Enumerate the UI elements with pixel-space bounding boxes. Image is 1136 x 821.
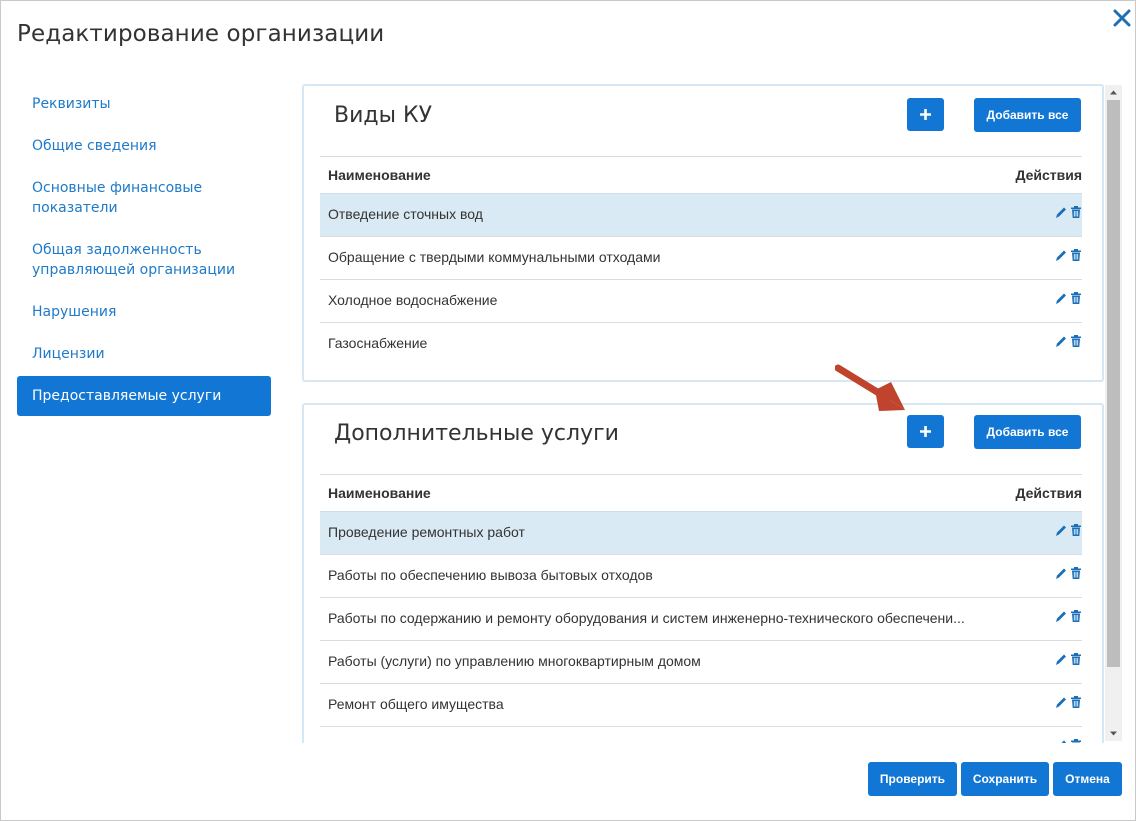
check-button[interactable]: Проверить [868, 762, 957, 796]
table-row[interactable]: Отведение сточных вод [320, 193, 1082, 236]
pencil-icon[interactable] [1055, 609, 1067, 623]
pencil-icon[interactable] [1055, 523, 1067, 537]
row-actions [1052, 205, 1082, 219]
panel-additional-services: Дополнительные услуги Добавить все Наиме… [302, 403, 1104, 743]
services-table: Наименование Действия Отведение сточных … [320, 156, 1082, 365]
row-name: Отведение сточных вод [328, 206, 483, 222]
column-name-header: Наименование [328, 485, 431, 501]
column-actions-header: Действия [1015, 485, 1082, 501]
table-header: Наименование Действия [320, 474, 1082, 511]
table-header: Наименование Действия [320, 156, 1082, 193]
pencil-icon[interactable] [1055, 205, 1067, 219]
plus-icon [920, 109, 931, 120]
table-row[interactable]: Газоснабжение [320, 322, 1082, 365]
add-button[interactable] [907, 98, 944, 131]
trash-icon[interactable] [1070, 334, 1082, 348]
trash-icon[interactable] [1070, 695, 1082, 709]
pencil-icon[interactable] [1055, 695, 1067, 709]
add-all-button[interactable]: Добавить все [974, 415, 1081, 449]
pencil-icon[interactable] [1055, 248, 1067, 262]
row-name: Ремонт общего имущества [328, 696, 504, 712]
save-button[interactable]: Сохранить [961, 762, 1049, 796]
row-name: Холодное водоснабжение [328, 292, 498, 308]
panel-utility-types: Виды КУ Добавить все Наименование Действ… [302, 84, 1104, 382]
table-row[interactable]: Работы (услуги) по управлению многокварт… [320, 640, 1082, 683]
row-actions [1052, 334, 1082, 348]
row-name: Работы (услуги) по управлению многокварт… [328, 653, 701, 669]
pencil-icon[interactable] [1055, 652, 1067, 666]
table-row[interactable]: Проведение ремонтных работ [320, 511, 1082, 554]
table-row[interactable] [320, 726, 1082, 743]
trash-icon[interactable] [1070, 523, 1082, 537]
row-actions [1052, 609, 1082, 623]
row-actions [1052, 566, 1082, 580]
row-name: Газоснабжение [328, 335, 428, 351]
table-row[interactable]: Ремонт общего имущества [320, 683, 1082, 726]
table-row[interactable]: Работы по обеспечению вывоза бытовых отх… [320, 554, 1082, 597]
pencil-icon[interactable] [1055, 738, 1067, 743]
table-row[interactable]: Работы по содержанию и ремонту оборудова… [320, 597, 1082, 640]
pencil-icon[interactable] [1055, 566, 1067, 580]
sidebar-item-services[interactable]: Предоставляемые услуги [17, 376, 271, 416]
sidebar-item-general-info[interactable]: Общие сведения [17, 136, 271, 156]
sidebar-item-violations[interactable]: Нарушения [17, 302, 271, 322]
trash-icon[interactable] [1070, 652, 1082, 666]
edit-organization-modal: Редактирование организации Реквизиты Общ… [0, 0, 1136, 821]
panel-title: Виды КУ [334, 103, 432, 128]
table-row[interactable]: Обращение с твердыми коммунальными отход… [320, 236, 1082, 279]
column-actions-header: Действия [1015, 167, 1082, 183]
trash-icon[interactable] [1070, 738, 1082, 743]
trash-icon[interactable] [1070, 566, 1082, 580]
row-actions [1052, 695, 1082, 709]
scrollbar-thumb[interactable] [1107, 100, 1120, 667]
row-actions [1052, 291, 1082, 305]
sidebar-item-financial[interactable]: Основные финансовые показатели [17, 178, 237, 218]
trash-icon[interactable] [1070, 248, 1082, 262]
pencil-icon[interactable] [1055, 334, 1067, 348]
content-area: Виды КУ Добавить все Наименование Действ… [300, 83, 1122, 743]
row-actions [1052, 523, 1082, 537]
pencil-icon[interactable] [1055, 291, 1067, 305]
row-name: Работы по обеспечению вывоза бытовых отх… [328, 567, 653, 583]
add-button[interactable] [907, 415, 944, 448]
row-actions [1052, 738, 1082, 743]
trash-icon[interactable] [1070, 291, 1082, 305]
sidebar-item-debt[interactable]: Общая задолженность управляющей организа… [17, 240, 271, 280]
annotation-arrow-icon [835, 364, 905, 411]
row-name: Работы по содержанию и ремонту оборудова… [328, 610, 965, 626]
row-name: Обращение с твердыми коммунальными отход… [328, 249, 661, 265]
plus-icon [920, 426, 931, 437]
row-actions [1052, 248, 1082, 262]
vertical-scrollbar[interactable] [1105, 85, 1122, 741]
services-table: Наименование Действия Проведение ремонтн… [320, 474, 1082, 743]
sidebar-item-licenses[interactable]: Лицензии [17, 344, 271, 364]
row-name: Проведение ремонтных работ [328, 524, 525, 540]
table-row[interactable]: Холодное водоснабжение [320, 279, 1082, 322]
sidebar-item-requisites[interactable]: Реквизиты [17, 94, 271, 114]
column-name-header: Наименование [328, 167, 431, 183]
scroll-up-arrow-icon[interactable] [1105, 85, 1122, 100]
trash-icon[interactable] [1070, 205, 1082, 219]
panel-title: Дополнительные услуги [334, 421, 619, 446]
cancel-button[interactable]: Отмена [1053, 762, 1122, 796]
add-all-button[interactable]: Добавить все [974, 98, 1081, 132]
modal-title: Редактирование организации [17, 21, 385, 47]
row-actions [1052, 652, 1082, 666]
scroll-down-arrow-icon[interactable] [1105, 726, 1122, 741]
trash-icon[interactable] [1070, 609, 1082, 623]
close-icon[interactable] [1111, 7, 1133, 29]
